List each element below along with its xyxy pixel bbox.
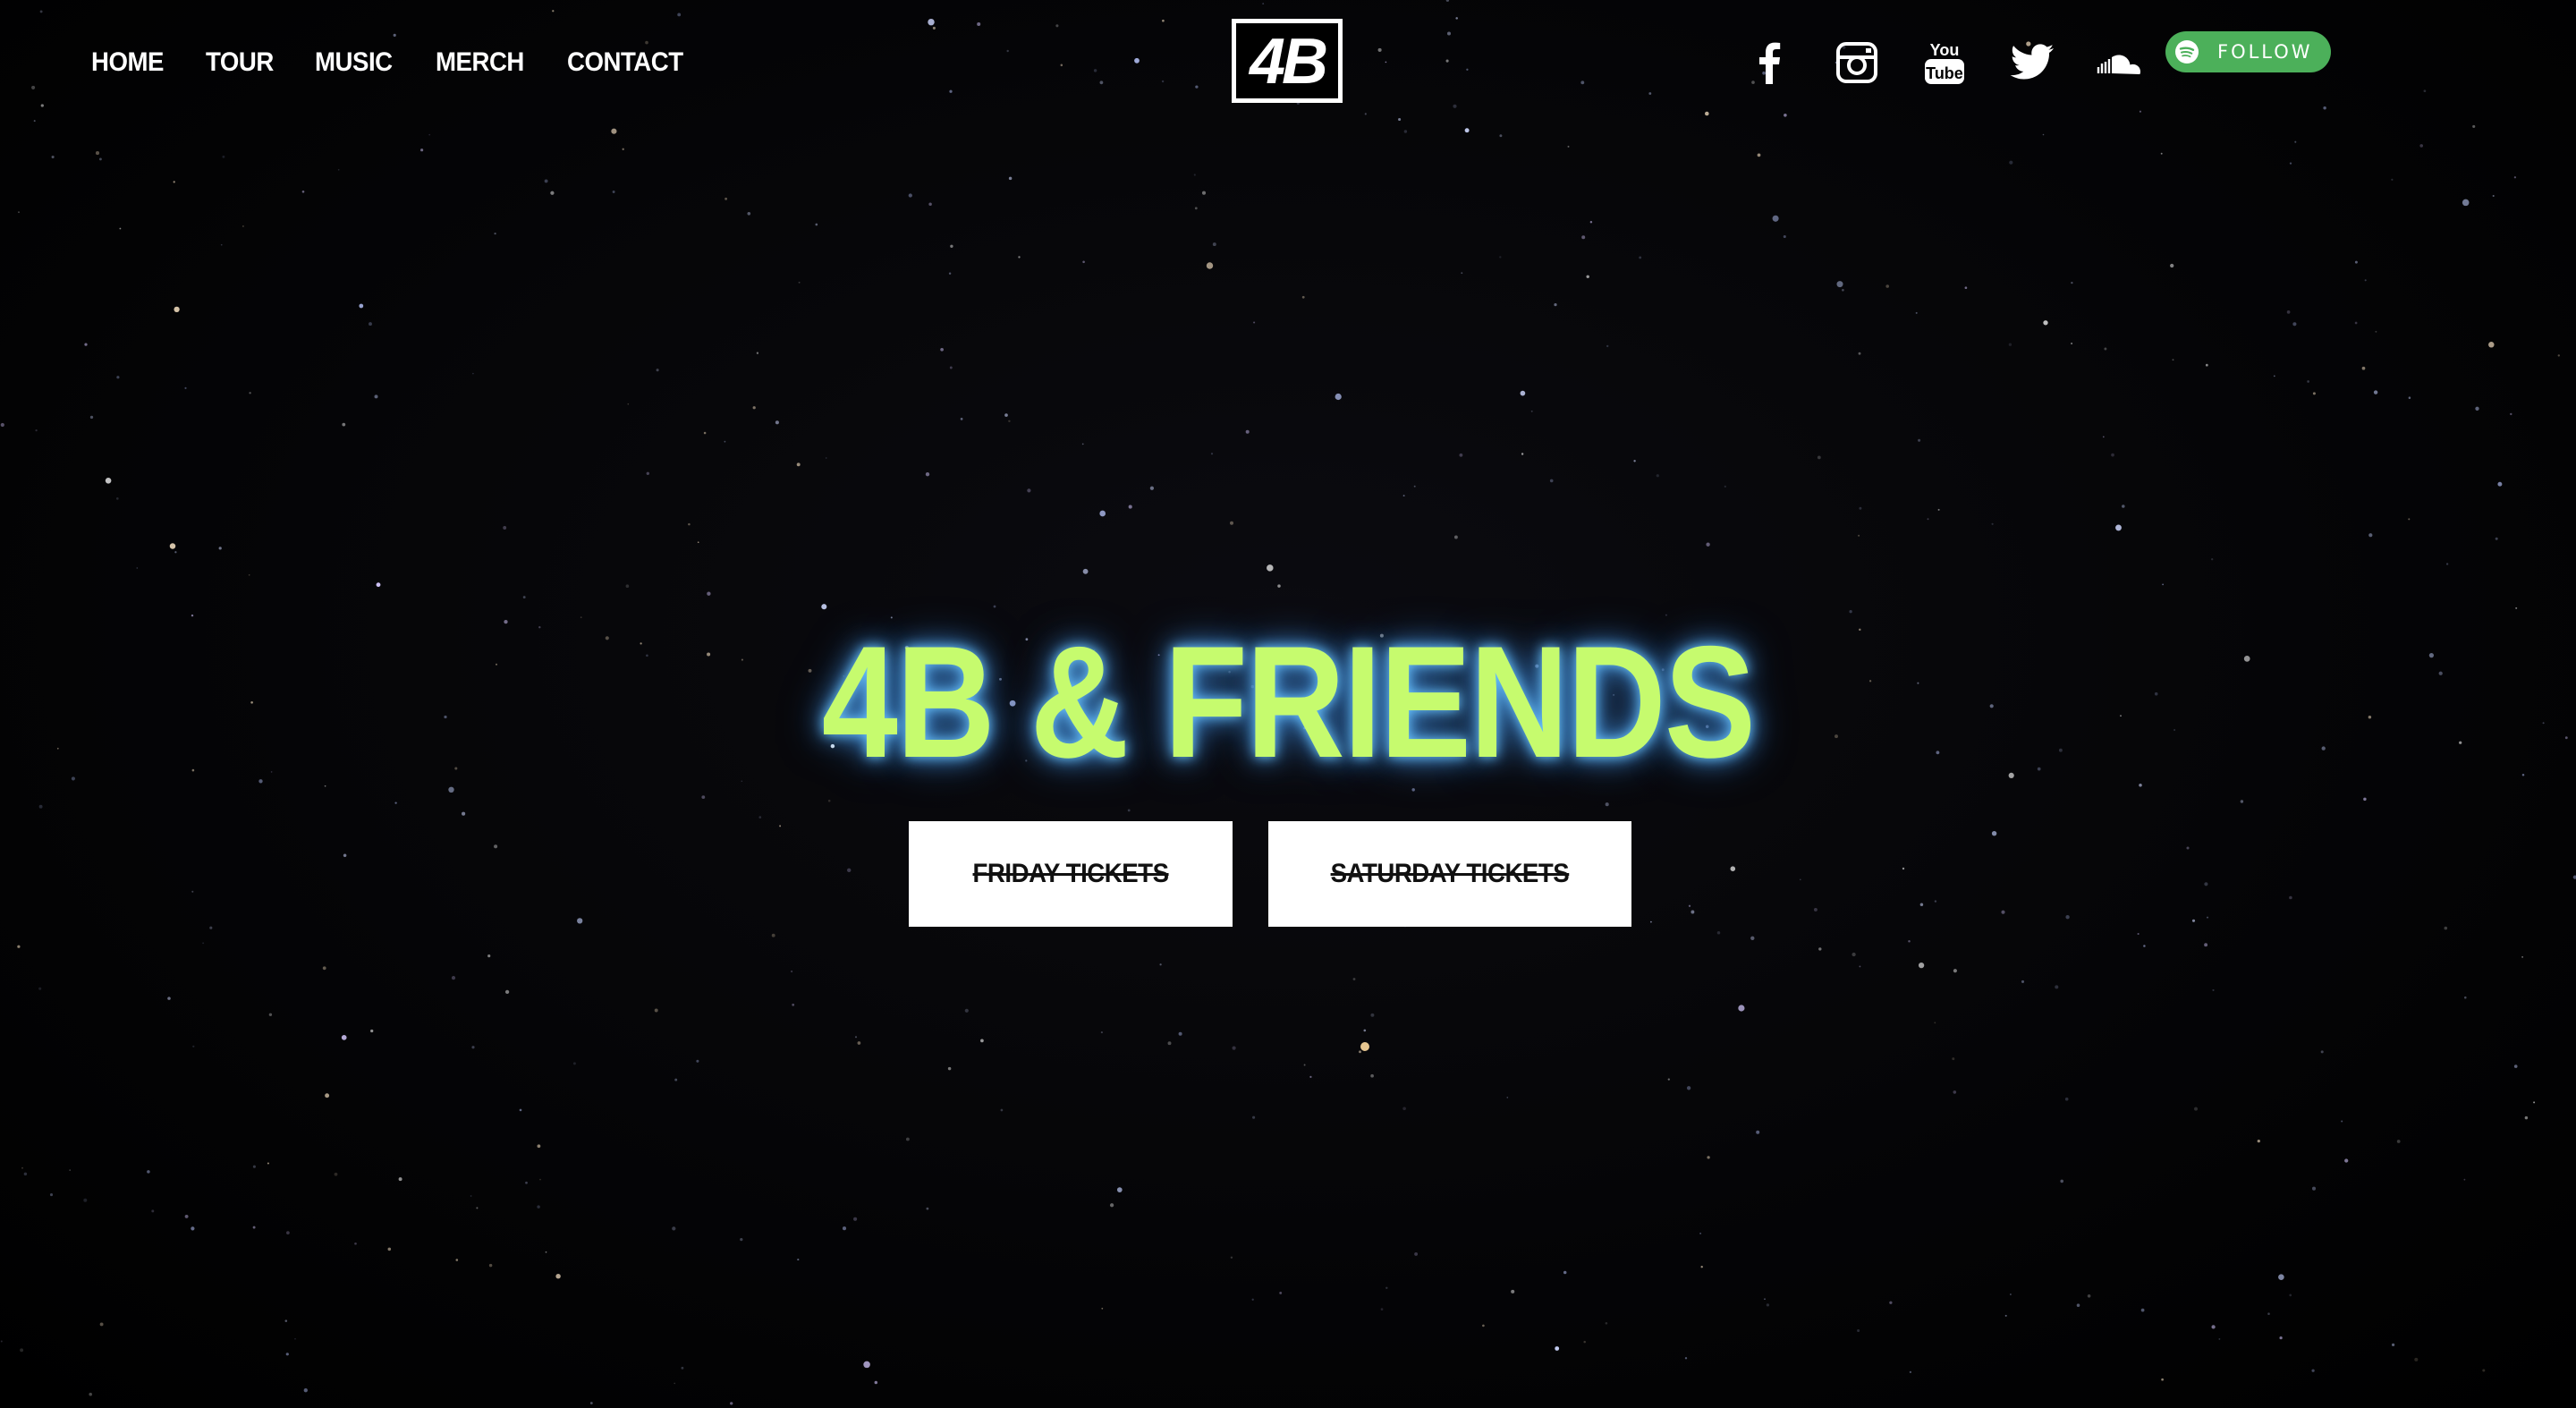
facebook-icon[interactable] (1746, 39, 1792, 86)
social-links: You Tube (1746, 39, 2184, 86)
saturday-tickets-button[interactable]: SATURDAY TICKETS (1268, 821, 1631, 927)
friday-tickets-label: FRIDAY TICKETS (972, 859, 1169, 888)
site-logo[interactable]: 4B (1232, 19, 1343, 103)
friday-tickets-button[interactable]: FRIDAY TICKETS (909, 821, 1233, 927)
youtube-icon[interactable]: You Tube (1921, 39, 1968, 86)
nav-item-contact[interactable]: CONTACT (567, 43, 683, 82)
nav-item-merch[interactable]: MERCH (436, 43, 524, 82)
saturday-tickets-label: SATURDAY TICKETS (1330, 859, 1570, 888)
spotify-icon (2175, 40, 2199, 64)
spotify-follow-button[interactable]: FOLLOW (2165, 31, 2331, 72)
nav-item-tour[interactable]: TOUR (206, 43, 274, 82)
nav-item-music[interactable]: MUSIC (315, 43, 393, 82)
logo-text: 4B (1249, 26, 1328, 98)
page: HOME TOUR MUSIC MERCH CONTACT 4B You Tub… (0, 0, 2576, 1408)
youtube-text-top: You (1930, 41, 1960, 59)
nav-item-home[interactable]: HOME (91, 43, 164, 82)
main-nav: HOME TOUR MUSIC MERCH CONTACT (91, 43, 729, 82)
follow-label: FOLLOW (2217, 41, 2313, 63)
hero-title: 4B & FRIENDS (821, 613, 1756, 791)
youtube-text-bottom: Tube (1926, 64, 1963, 82)
instagram-icon[interactable] (1834, 39, 1880, 86)
soundcloud-icon[interactable] (2097, 39, 2143, 86)
twitter-icon[interactable] (2009, 39, 2055, 86)
